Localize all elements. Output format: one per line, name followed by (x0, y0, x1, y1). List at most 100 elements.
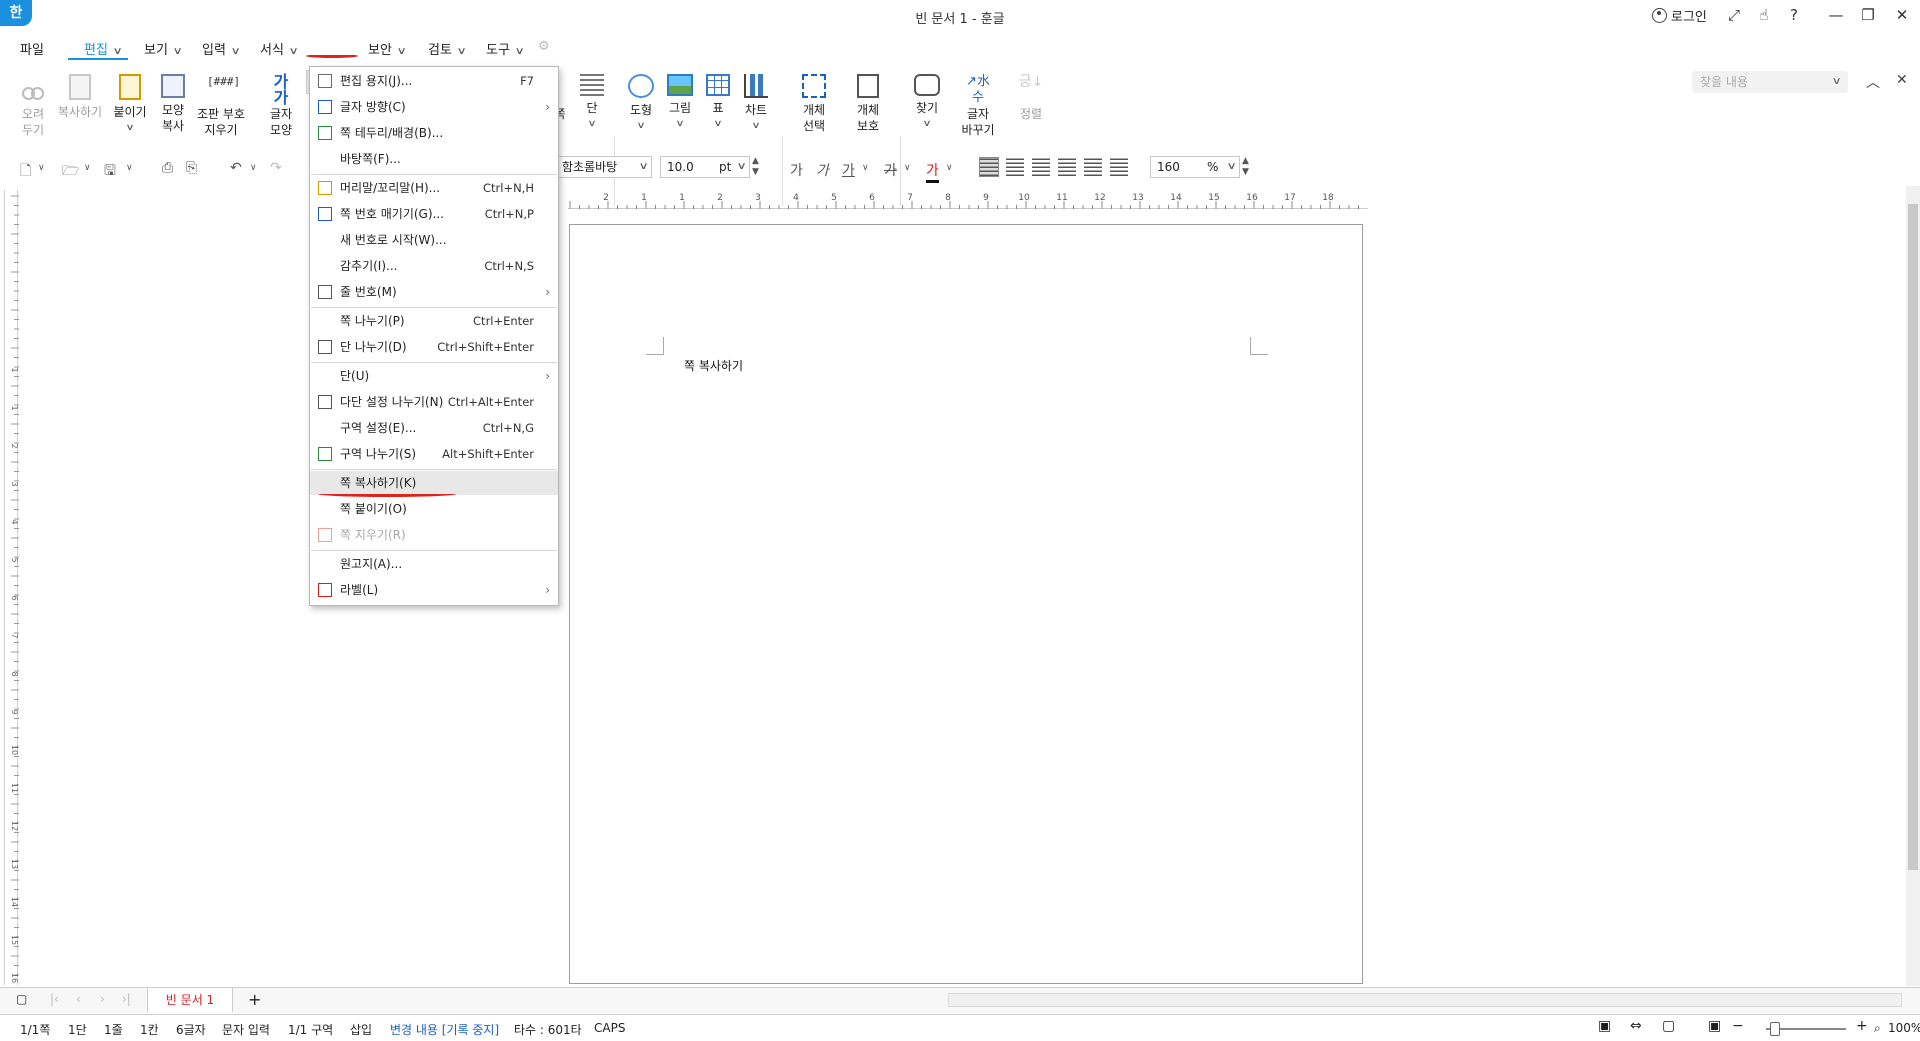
menu-item[interactable]: 라벨(L) › (310, 578, 558, 602)
paste-button[interactable]: 붙이기 ∨ (112, 74, 148, 136)
redo-icon[interactable]: ↷ (270, 160, 282, 176)
menu-item[interactable]: 바탕쪽(F)... (310, 147, 558, 171)
horizontal-ruler[interactable]: 2 1 1 2 3 4 5 6 7 8 9 10 11 12 13 14 15 16 17 18 (568, 189, 1368, 209)
fullscreen-icon[interactable]: ⤢ (1722, 4, 1746, 26)
underline-button[interactable]: 가 (842, 160, 855, 180)
save-icon[interactable]: 🖫 (104, 160, 116, 184)
tab-list-icon[interactable]: ▢ (16, 992, 27, 1006)
menu-tools[interactable]: 도구 ∨ (486, 39, 525, 58)
format-copy-button[interactable]: 모양 복사 (156, 74, 190, 134)
align-center-icon[interactable] (1032, 158, 1050, 176)
horizontal-scrollbar[interactable] (948, 993, 1902, 1007)
line-spacing-combo[interactable]: 160 % ∨ (1150, 156, 1240, 178)
chevron-down-icon[interactable]: ∨ (862, 163, 869, 173)
copy-button[interactable]: 복사하기 (56, 74, 104, 120)
align-right-icon[interactable] (1058, 158, 1076, 176)
restore-button[interactable]: ❐ (1856, 4, 1880, 26)
replace-button[interactable]: ↗水 수 글자 바꾸기 (956, 74, 1000, 138)
status-section[interactable]: 1/1 구역 (288, 1021, 333, 1038)
chevron-down-icon[interactable]: ∨ (84, 163, 91, 173)
menu-item[interactable]: 줄 번호(M) › (310, 280, 558, 304)
zoom-search-icon[interactable]: ⌕ (1874, 1021, 1881, 1036)
touch-mode-icon[interactable]: ☝ (1752, 4, 1776, 26)
clear-code-button[interactable]: [###] 조판 부호 지우기 (196, 74, 246, 138)
menu-view[interactable]: 보기 ∨ (144, 39, 183, 58)
chevron-down-icon[interactable]: ∨ (946, 163, 953, 173)
menu-item[interactable]: 감추기(I)... Ctrl+N,S (310, 254, 558, 278)
cut-button[interactable]: 오려 두기 (18, 74, 48, 138)
font-size-combo[interactable]: 10.0 pt ∨ (660, 156, 750, 178)
chevron-down-icon[interactable]: ∨ (38, 163, 45, 173)
chevron-down-icon[interactable]: ∨ (638, 157, 648, 177)
menu-edit[interactable]: 편집 ∨ (84, 39, 123, 58)
chevron-down-icon[interactable]: ∨ (658, 116, 703, 132)
menu-file[interactable]: 파일 (20, 39, 44, 58)
status-mode[interactable]: 문자 입력 (222, 1021, 270, 1038)
help-icon[interactable]: ? (1782, 4, 1806, 26)
menu-security[interactable]: 보안 ∨ (368, 39, 407, 58)
open-folder-icon[interactable]: 🗁 (62, 160, 79, 184)
menu-insert[interactable]: 입력 ∨ (202, 39, 241, 58)
next-tab-icon[interactable]: › (100, 992, 105, 1006)
menu-item[interactable]: 쪽 붙이기(O) (310, 497, 558, 521)
chevron-down-icon[interactable]: ∨ (736, 157, 746, 177)
menu-item[interactable]: 다단 설정 나누기(N) Ctrl+Alt+Enter (310, 390, 558, 414)
zoom-out-icon[interactable]: − (1732, 1018, 1744, 1034)
menu-item[interactable]: 머리말/꼬리말(H)... Ctrl+N,H (310, 176, 558, 200)
close-button[interactable]: ✕ (1890, 4, 1914, 26)
scrollbar-thumb[interactable] (1908, 204, 1918, 870)
shape-button[interactable]: 도형 ∨ (626, 74, 656, 134)
full-page-view-icon[interactable]: ▢ (1662, 1018, 1675, 1034)
align-left-icon[interactable] (1006, 158, 1024, 176)
chevron-down-icon[interactable]: ∨ (698, 116, 737, 132)
menu-item[interactable]: 원고지(A)... (310, 552, 558, 576)
strike-button[interactable]: 가 (884, 160, 897, 180)
column-button[interactable]: 단 ∨ (578, 74, 606, 132)
menu-item[interactable]: 글자 방향(C) › (310, 95, 558, 119)
undo-icon[interactable]: ↶ (230, 160, 242, 176)
print-preview-icon[interactable]: ⎘ (186, 160, 197, 176)
align-justify-icon[interactable] (979, 157, 999, 177)
chart-button[interactable]: 차트 ∨ (740, 74, 772, 134)
menu-review[interactable]: 검토 ∨ (428, 39, 467, 58)
chevron-down-icon[interactable]: ∨ (904, 163, 911, 173)
vertical-scrollbar[interactable] (1906, 186, 1920, 986)
login-button[interactable]: 로그인 (1652, 6, 1707, 25)
document-body-text[interactable]: 쪽 복사하기 (684, 357, 743, 374)
align-distribute-icon[interactable] (1084, 158, 1102, 176)
menu-item[interactable]: 단 나누기(D) Ctrl+Shift+Enter (310, 335, 558, 359)
width-view-icon[interactable]: ⇔ (1630, 1018, 1642, 1034)
prev-tab-icon[interactable]: ‹ (76, 992, 81, 1006)
minimize-button[interactable]: — (1824, 4, 1848, 26)
select-object-button[interactable]: 개체 선택 (796, 74, 832, 134)
chevron-down-icon[interactable]: ∨ (126, 163, 133, 173)
spin-down-icon[interactable]: ▼ (752, 167, 759, 177)
first-tab-icon[interactable]: |‹ (50, 992, 59, 1006)
new-doc-icon[interactable]: 🗋 (20, 160, 31, 184)
last-tab-icon[interactable]: ›| (122, 992, 131, 1006)
chevron-down-icon[interactable]: ∨ (734, 118, 779, 134)
font-name-combo[interactable]: 함초롬바탕 ∨ (556, 156, 652, 178)
menu-item[interactable]: 구역 설정(E)... Ctrl+N,G (310, 416, 558, 440)
vertical-ruler[interactable]: 1 1 2 3 4 5 6 7 8 9 10 11 12 13 14 15 16 (4, 190, 19, 985)
document-tab[interactable]: 빈 문서 1 (147, 988, 233, 1012)
image-button[interactable]: 그림 ∨ (664, 74, 696, 132)
chevron-down-icon[interactable]: ∨ (906, 116, 948, 132)
protect-object-button[interactable]: 개체 보호 (850, 74, 886, 134)
chevron-down-icon[interactable]: ∨ (572, 116, 611, 132)
spin-down-icon[interactable]: ▼ (1242, 167, 1249, 177)
menu-item[interactable]: 편집 용지(J)... F7 (310, 69, 558, 93)
zoom-in-icon[interactable]: + (1856, 1018, 1868, 1034)
align-split-icon[interactable] (1110, 158, 1128, 176)
settings-icon[interactable]: ⚙ (538, 39, 550, 54)
chevron-down-icon[interactable]: ∨ (250, 163, 257, 173)
add-tab-icon[interactable]: + (248, 990, 261, 1009)
spin-up-icon[interactable]: ▲ (752, 156, 759, 166)
table-button[interactable]: 표 ∨ (704, 74, 732, 132)
menu-item[interactable]: 쪽 테두리/배경(B)... (310, 121, 558, 145)
menu-item[interactable]: 단(U) › (310, 364, 558, 388)
bold-button[interactable]: 가 (790, 160, 803, 180)
menu-item[interactable]: 구역 나누기(S) Alt+Shift+Enter (310, 442, 558, 466)
print-icon[interactable]: ⎙ (162, 160, 173, 176)
chevron-down-icon[interactable]: ∨ (620, 118, 662, 134)
